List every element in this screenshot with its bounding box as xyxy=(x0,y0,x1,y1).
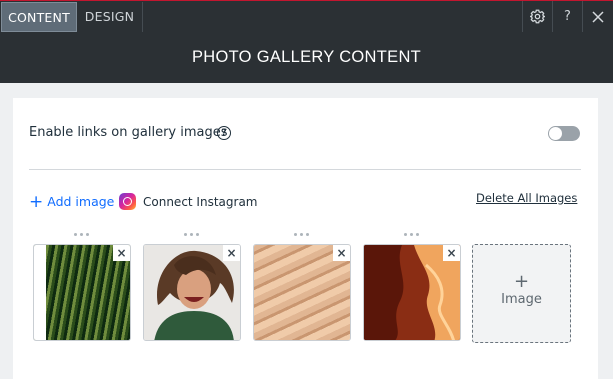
content-panel: Enable links on gallery images ? + Add i… xyxy=(13,98,598,379)
links-toggle-label: Enable links on gallery images xyxy=(29,125,228,140)
top-bar: CONTENT DESIGN ? xyxy=(0,0,613,32)
close-icon xyxy=(591,10,604,23)
gear-icon xyxy=(530,9,545,24)
gallery-thumbnail[interactable]: × xyxy=(33,244,131,341)
toggle-knob xyxy=(549,127,562,140)
gallery-thumbnail[interactable]: × xyxy=(143,244,241,341)
drag-handle[interactable] xyxy=(184,233,204,239)
help-button[interactable]: ? xyxy=(552,1,582,32)
links-toggle[interactable] xyxy=(548,126,580,141)
instagram-icon[interactable] xyxy=(119,193,136,210)
plus-icon: + xyxy=(513,271,530,292)
drag-handle[interactable] xyxy=(294,233,314,239)
drag-handle[interactable] xyxy=(404,233,424,239)
help-icon[interactable]: ? xyxy=(217,126,231,140)
add-tile-label: Image xyxy=(501,292,542,307)
add-image-tile[interactable]: + Image xyxy=(472,244,571,343)
add-image-button[interactable]: + Add image xyxy=(29,191,115,212)
remove-image-button[interactable]: × xyxy=(333,245,350,261)
divider xyxy=(29,169,581,170)
remove-image-button[interactable]: × xyxy=(443,245,460,261)
tab-design[interactable]: DESIGN xyxy=(77,2,143,32)
tab-content[interactable]: CONTENT xyxy=(1,2,77,32)
drag-handle[interactable] xyxy=(74,233,94,239)
plus-icon: + xyxy=(29,191,44,212)
settings-button[interactable] xyxy=(522,1,552,32)
gallery-thumbnail[interactable]: × xyxy=(363,244,461,341)
close-button[interactable] xyxy=(582,1,612,32)
gallery-thumbnail[interactable]: × xyxy=(253,244,351,341)
remove-image-button[interactable]: × xyxy=(223,245,240,261)
panel-title: PHOTO GALLERY CONTENT xyxy=(0,32,613,83)
remove-image-button[interactable]: × xyxy=(113,245,130,261)
delete-all-images-link[interactable]: Delete All Images xyxy=(476,191,577,205)
add-image-label: Add image xyxy=(47,194,115,209)
connect-instagram-button[interactable]: Connect Instagram xyxy=(143,195,257,209)
